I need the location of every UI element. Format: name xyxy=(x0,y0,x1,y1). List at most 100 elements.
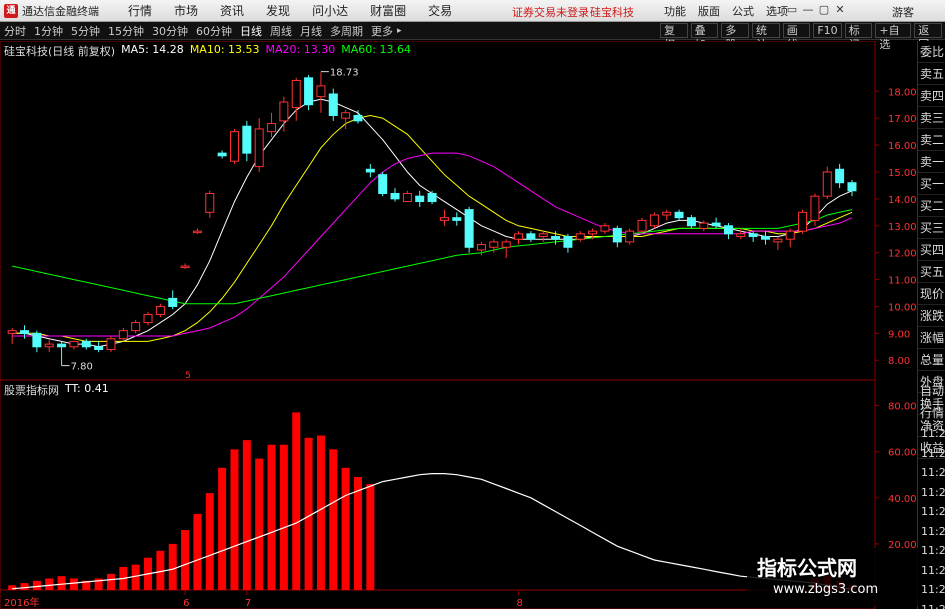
period-tab-6[interactable]: 日线 xyxy=(236,23,266,39)
menu-item-6[interactable]: 交易 xyxy=(417,2,463,19)
candle-body-5 xyxy=(69,340,79,348)
tt-bar-21 xyxy=(267,444,276,590)
more-arrow-icon[interactable]: ▸ xyxy=(397,26,402,36)
top-right-menu: 功能 版面 公式 选项 xyxy=(664,3,800,19)
kline-tick-label-5: 13.00 xyxy=(888,222,917,233)
menu-item-4[interactable]: 问小达 xyxy=(301,2,359,19)
extreme-label-1: 7.80 xyxy=(71,362,93,373)
period-tab-7[interactable]: 周线 xyxy=(266,23,296,39)
candle-body-33 xyxy=(415,195,425,203)
candle-body-57 xyxy=(711,222,721,227)
tt-bar-20 xyxy=(255,458,264,590)
kline-chart[interactable]: 8.00 9.00 10.00 11.00 12.00 13.00 14.00 15.00 16… xyxy=(0,41,917,380)
trade-time-6: 11:29 xyxy=(921,544,945,557)
quote-label-1: 卖五 xyxy=(918,63,945,85)
tt-bar-14 xyxy=(181,530,190,590)
menu-item-2[interactable]: 资讯 xyxy=(209,2,255,19)
quote-label-0: 委比 xyxy=(918,41,945,63)
candle-body-12 xyxy=(155,305,165,316)
restore-icon[interactable]: ▭ xyxy=(784,3,800,16)
candle-body-9 xyxy=(118,330,128,340)
tt-bar-22 xyxy=(279,444,288,590)
menu-item-1[interactable]: 市场 xyxy=(163,2,209,19)
kline-tick-label-3: 11.00 xyxy=(888,276,917,287)
quote-label-8: 买三 xyxy=(918,217,945,239)
candle-body-41 xyxy=(514,233,524,240)
period-tab-9[interactable]: 多周期 xyxy=(326,23,367,39)
candle-body-31 xyxy=(390,192,400,200)
candle-body-3 xyxy=(44,343,54,348)
candle-body-54 xyxy=(674,211,684,219)
guest-label[interactable]: 游客 xyxy=(892,4,914,20)
quote-label-5: 卖一 xyxy=(918,151,945,173)
trade-time-4: 11:29 xyxy=(921,505,945,518)
toolbar-button-3[interactable]: 统计 xyxy=(752,23,780,51)
indicator-tick-label-1: 40.00 xyxy=(888,494,917,505)
tt-bar-18 xyxy=(230,449,239,590)
candle-body-38 xyxy=(476,244,486,251)
candle-body-18 xyxy=(229,131,239,162)
toolbar-button-1[interactable]: 叠加 xyxy=(690,23,719,51)
toolbar-button-2[interactable]: 多股 xyxy=(721,23,750,51)
quote-label-13: 涨幅 xyxy=(918,327,945,349)
period-tab-10[interactable]: 更多 xyxy=(367,23,397,39)
watermark-title: 指标公式网 xyxy=(757,556,857,580)
kline-bottom-marker: 5 xyxy=(185,371,191,380)
indicator-tick-label-3: 80.00 xyxy=(888,402,917,413)
menu-item-3[interactable]: 发现 xyxy=(255,2,301,19)
candle-body-56 xyxy=(699,222,709,229)
period-list: 分时 1分钟 5分钟 15分钟 30分钟 60分钟 日线 周线 月线 多周期 更多 xyxy=(0,23,397,39)
candle-body-47 xyxy=(588,230,598,235)
candle-body-19 xyxy=(242,125,252,154)
tt-bar-13 xyxy=(168,543,177,590)
candle-body-25 xyxy=(316,85,326,98)
candle-body-16 xyxy=(205,192,215,213)
candle-body-17 xyxy=(217,152,227,157)
quote-label-6: 买一 xyxy=(918,173,945,195)
period-tab-3[interactable]: 15分钟 xyxy=(104,23,148,39)
toolbar-button-0[interactable]: 复权 xyxy=(660,23,688,51)
period-tab-8[interactable]: 月线 xyxy=(296,23,326,39)
candle-body-61 xyxy=(761,236,771,240)
ma60-value: MA60: 13.64 xyxy=(341,43,411,56)
candle-body-65 xyxy=(810,195,820,221)
indicator-header: 股票指标网 TT: 0.41 xyxy=(4,382,115,398)
candle-body-34 xyxy=(427,192,437,203)
login-warning[interactable]: 证券交易未登录 xyxy=(512,4,589,20)
toolbar-button-4[interactable]: 画线 xyxy=(782,23,811,51)
tt-bar-25 xyxy=(316,435,325,590)
menu-item-5[interactable]: 财富圈 xyxy=(359,2,417,19)
kline-tick-label-6: 14.00 xyxy=(888,195,917,206)
toolbar-button-6[interactable]: 标记 xyxy=(844,23,873,51)
top-menu-1[interactable]: 版面 xyxy=(698,3,720,19)
quote-label-2: 卖四 xyxy=(918,85,945,107)
candle-body-55 xyxy=(686,217,696,227)
candle-body-10 xyxy=(131,322,141,332)
menu-item-0[interactable]: 行情 xyxy=(117,2,163,19)
candle-body-30 xyxy=(378,174,388,194)
app-logo-icon: 通 xyxy=(4,3,18,18)
period-tab-0[interactable]: 分时 xyxy=(0,23,30,39)
stock-name-link[interactable]: 硅宝科技 xyxy=(590,4,634,20)
toolbar-button-8[interactable]: 返回 xyxy=(914,23,942,51)
time-tag-0: 自动 xyxy=(920,384,945,398)
maximize-icon[interactable]: ▢ xyxy=(816,3,832,16)
top-menu-0[interactable]: 功能 xyxy=(664,3,686,19)
candle-body-24 xyxy=(304,77,314,106)
period-tab-2[interactable]: 5分钟 xyxy=(67,23,104,39)
period-tab-5[interactable]: 60分钟 xyxy=(192,23,236,39)
tt-bar-27 xyxy=(341,467,350,590)
candle-body-49 xyxy=(612,227,622,243)
period-tab-1[interactable]: 1分钟 xyxy=(30,23,67,39)
close-icon[interactable]: ✕ xyxy=(832,3,848,16)
top-menu-2[interactable]: 公式 xyxy=(732,3,754,19)
period-tab-4[interactable]: 30分钟 xyxy=(148,23,192,39)
kline-tick-label-7: 15.00 xyxy=(888,168,917,179)
candle-body-22 xyxy=(279,101,289,122)
candle-body-46 xyxy=(575,233,585,240)
candle-body-4 xyxy=(57,343,67,348)
minimize-icon[interactable]: — xyxy=(800,3,816,16)
trade-time-1: 11:28 xyxy=(921,446,945,460)
toolbar-button-5[interactable]: F10 xyxy=(813,23,842,38)
toolbar-button-7[interactable]: +自选 xyxy=(875,23,912,51)
